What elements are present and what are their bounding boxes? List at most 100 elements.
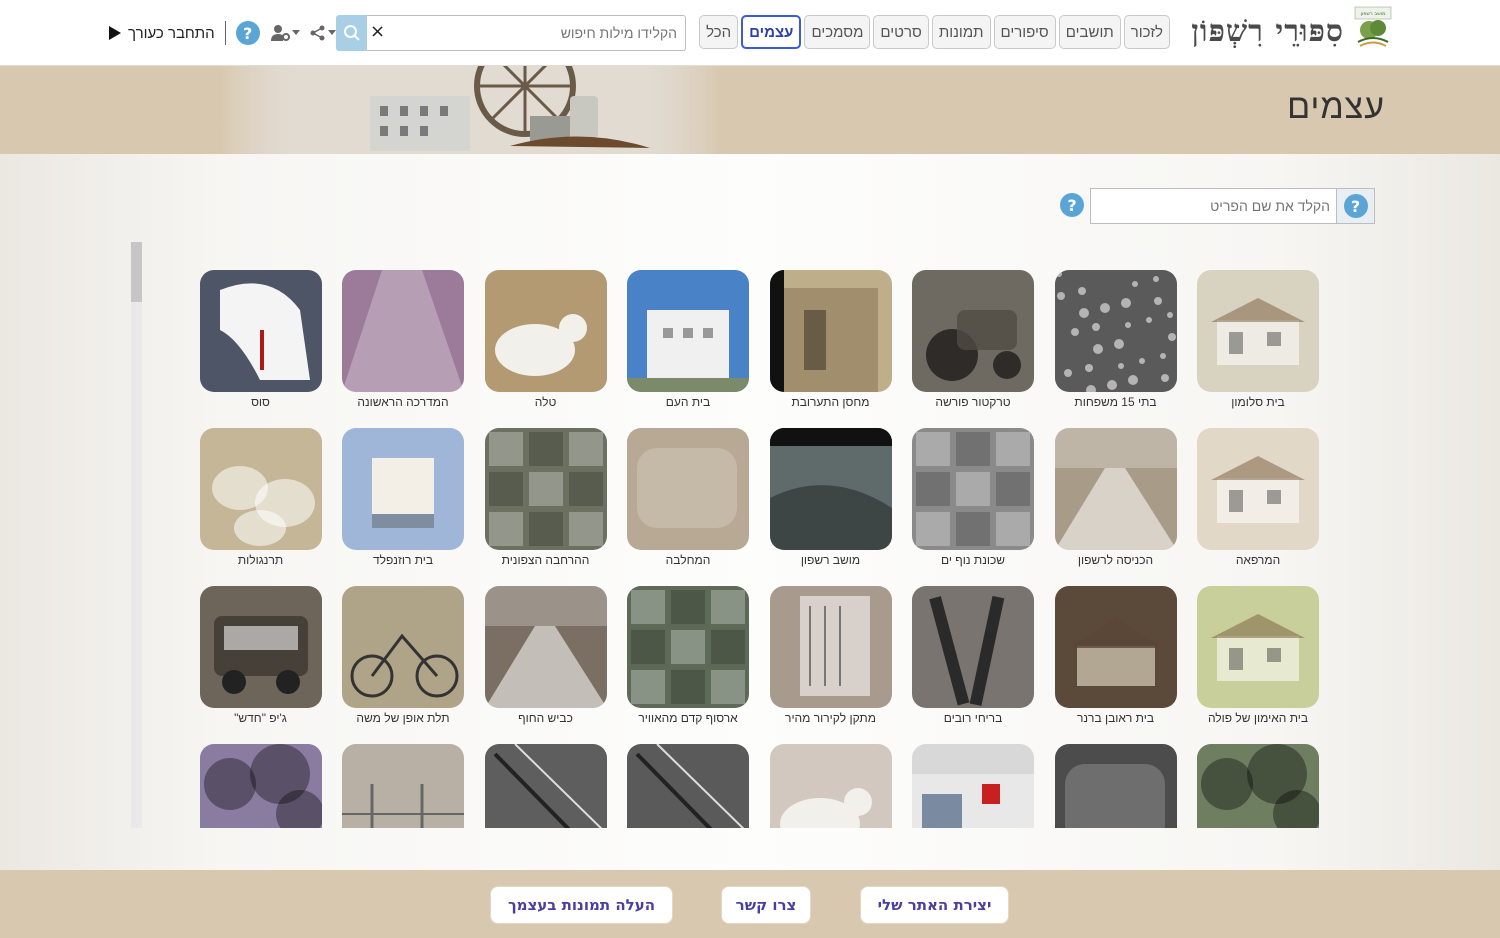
object-card[interactable]: [342, 744, 464, 828]
object-card[interactable]: סוס: [199, 270, 322, 409]
object-card[interactable]: בית האימון של פולה: [1197, 586, 1319, 725]
object-thumbnail[interactable]: [912, 428, 1034, 550]
object-card[interactable]: בית סלומון: [1197, 270, 1319, 409]
tab-residents[interactable]: תושבים: [1058, 15, 1121, 49]
clear-search-icon[interactable]: ×: [370, 23, 385, 41]
object-label: המחלבה: [665, 553, 711, 567]
object-card[interactable]: בית רוזנפלד: [342, 428, 464, 567]
help-icon[interactable]: ?: [235, 21, 260, 45]
tab-films[interactable]: סרטים: [873, 15, 929, 49]
object-card[interactable]: בתי 15 משפחות: [1054, 270, 1177, 409]
object-card[interactable]: [769, 744, 892, 828]
object-label: שכונת נוף ים: [940, 553, 1006, 567]
utility-bar: התחבר כעורך ?: [108, 18, 336, 48]
object-thumbnail[interactable]: [627, 744, 749, 828]
share-button[interactable]: [310, 25, 336, 41]
object-thumbnail[interactable]: [199, 428, 322, 550]
object-card[interactable]: בית ראובן ברנר: [1054, 586, 1177, 725]
login-label: התחבר כעורך: [128, 24, 215, 42]
object-thumbnail[interactable]: [769, 586, 892, 708]
object-thumbnail[interactable]: [342, 428, 464, 550]
object-thumbnail[interactable]: [484, 270, 607, 392]
object-thumbnail[interactable]: [1197, 428, 1319, 550]
tab-remember[interactable]: לזכור: [1123, 15, 1170, 49]
search-input[interactable]: [367, 15, 686, 51]
object-card[interactable]: [1197, 744, 1319, 828]
tab-images[interactable]: תמונות: [931, 15, 991, 49]
object-card[interactable]: ההרחבה הצפונית: [484, 428, 607, 567]
tab-all[interactable]: הכל: [699, 15, 739, 49]
object-card[interactable]: מושב רשפון: [769, 428, 892, 567]
object-thumbnail[interactable]: [342, 586, 464, 708]
object-label: מתקן לקירור מהיר: [785, 711, 876, 725]
upload-images-button[interactable]: העלה תמונות בעצמך: [490, 886, 673, 924]
object-label: מושב רשפון: [800, 553, 861, 567]
object-label: מחסן התערובת: [791, 395, 870, 409]
object-thumbnail[interactable]: [1197, 744, 1319, 828]
object-card[interactable]: כביש החוף: [484, 586, 607, 725]
filter-help-button[interactable]: ?: [1337, 188, 1375, 224]
object-card[interactable]: בית העם: [627, 270, 749, 409]
help-icon[interactable]: ?: [1060, 193, 1084, 217]
search-button[interactable]: [336, 15, 367, 51]
object-thumbnail[interactable]: [484, 744, 607, 828]
tab-documents[interactable]: מסמכים: [804, 15, 871, 49]
object-thumbnail[interactable]: [912, 270, 1034, 392]
object-thumbnail[interactable]: [484, 428, 607, 550]
object-card[interactable]: הכניסה לרשפון: [1054, 428, 1177, 567]
object-thumbnail[interactable]: [769, 744, 892, 828]
object-card[interactable]: בריחי רובים: [912, 586, 1034, 725]
object-thumbnail[interactable]: [484, 586, 607, 708]
object-thumbnail[interactable]: [199, 586, 322, 708]
object-card[interactable]: [199, 744, 322, 828]
object-thumbnail[interactable]: [627, 428, 749, 550]
object-card[interactable]: טלה: [484, 270, 607, 409]
object-card[interactable]: המדרכה הראשונה: [342, 270, 464, 409]
create-my-site-button[interactable]: יצירת האתר שלי: [860, 886, 1009, 924]
object-thumbnail[interactable]: [199, 744, 322, 828]
item-name-filter-input[interactable]: [1090, 188, 1337, 224]
object-thumbnail[interactable]: [1054, 744, 1177, 828]
object-thumbnail[interactable]: [1197, 586, 1319, 708]
object-card[interactable]: תרנגולות: [199, 428, 322, 567]
object-thumbnail[interactable]: [769, 270, 892, 392]
object-thumbnail[interactable]: [199, 270, 322, 392]
object-thumbnail[interactable]: [627, 270, 749, 392]
object-thumbnail[interactable]: [912, 586, 1034, 708]
object-card[interactable]: [484, 744, 607, 828]
login-button[interactable]: התחבר כעורך: [108, 25, 215, 42]
object-label: בית העם: [665, 395, 711, 409]
object-thumbnail[interactable]: [1197, 270, 1319, 392]
object-card[interactable]: תלת אופן של משה: [342, 586, 464, 725]
play-icon: [109, 26, 121, 40]
object-card[interactable]: [912, 744, 1034, 828]
object-thumbnail[interactable]: [769, 428, 892, 550]
scrollbar-thumb[interactable]: [131, 242, 142, 302]
object-card[interactable]: [627, 744, 749, 828]
tab-objects[interactable]: עצמים: [741, 15, 802, 49]
object-thumbnail[interactable]: [342, 270, 464, 392]
site-title: סִפּוּרֵי רִשְׁפּוֹן: [1191, 14, 1344, 49]
object-card[interactable]: ארסוף קדם מהאוויר: [627, 586, 749, 725]
object-card[interactable]: מתקן לקירור מהיר: [769, 586, 892, 725]
object-thumbnail[interactable]: [342, 744, 464, 828]
object-thumbnail[interactable]: [1054, 428, 1177, 550]
object-card[interactable]: המרפאה: [1197, 428, 1319, 567]
user-settings-button[interactable]: [270, 24, 300, 42]
object-card[interactable]: מחסן התערובת: [769, 270, 892, 409]
object-thumbnail[interactable]: [912, 744, 1034, 828]
object-card[interactable]: שכונת נוף ים: [912, 428, 1034, 567]
object-thumbnail[interactable]: [627, 586, 749, 708]
items-grid: בית סלומון בתי 15 משפחות טרקטור פורשה מחסן …: [199, 270, 1319, 828]
object-thumbnail[interactable]: [1054, 270, 1177, 392]
object-card[interactable]: טרקטור פורשה: [912, 270, 1034, 409]
chevron-down-icon: [327, 30, 336, 35]
object-label: תרנגולות: [237, 553, 284, 567]
contact-button[interactable]: צרו קשר: [721, 886, 811, 924]
object-thumbnail[interactable]: [1054, 586, 1177, 708]
tab-stories[interactable]: סיפורים: [993, 15, 1056, 49]
object-card[interactable]: המחלבה: [627, 428, 749, 567]
object-card[interactable]: [1054, 744, 1177, 828]
object-card[interactable]: ג'יפ "חדש": [199, 586, 322, 725]
scrollbar[interactable]: [131, 242, 142, 828]
